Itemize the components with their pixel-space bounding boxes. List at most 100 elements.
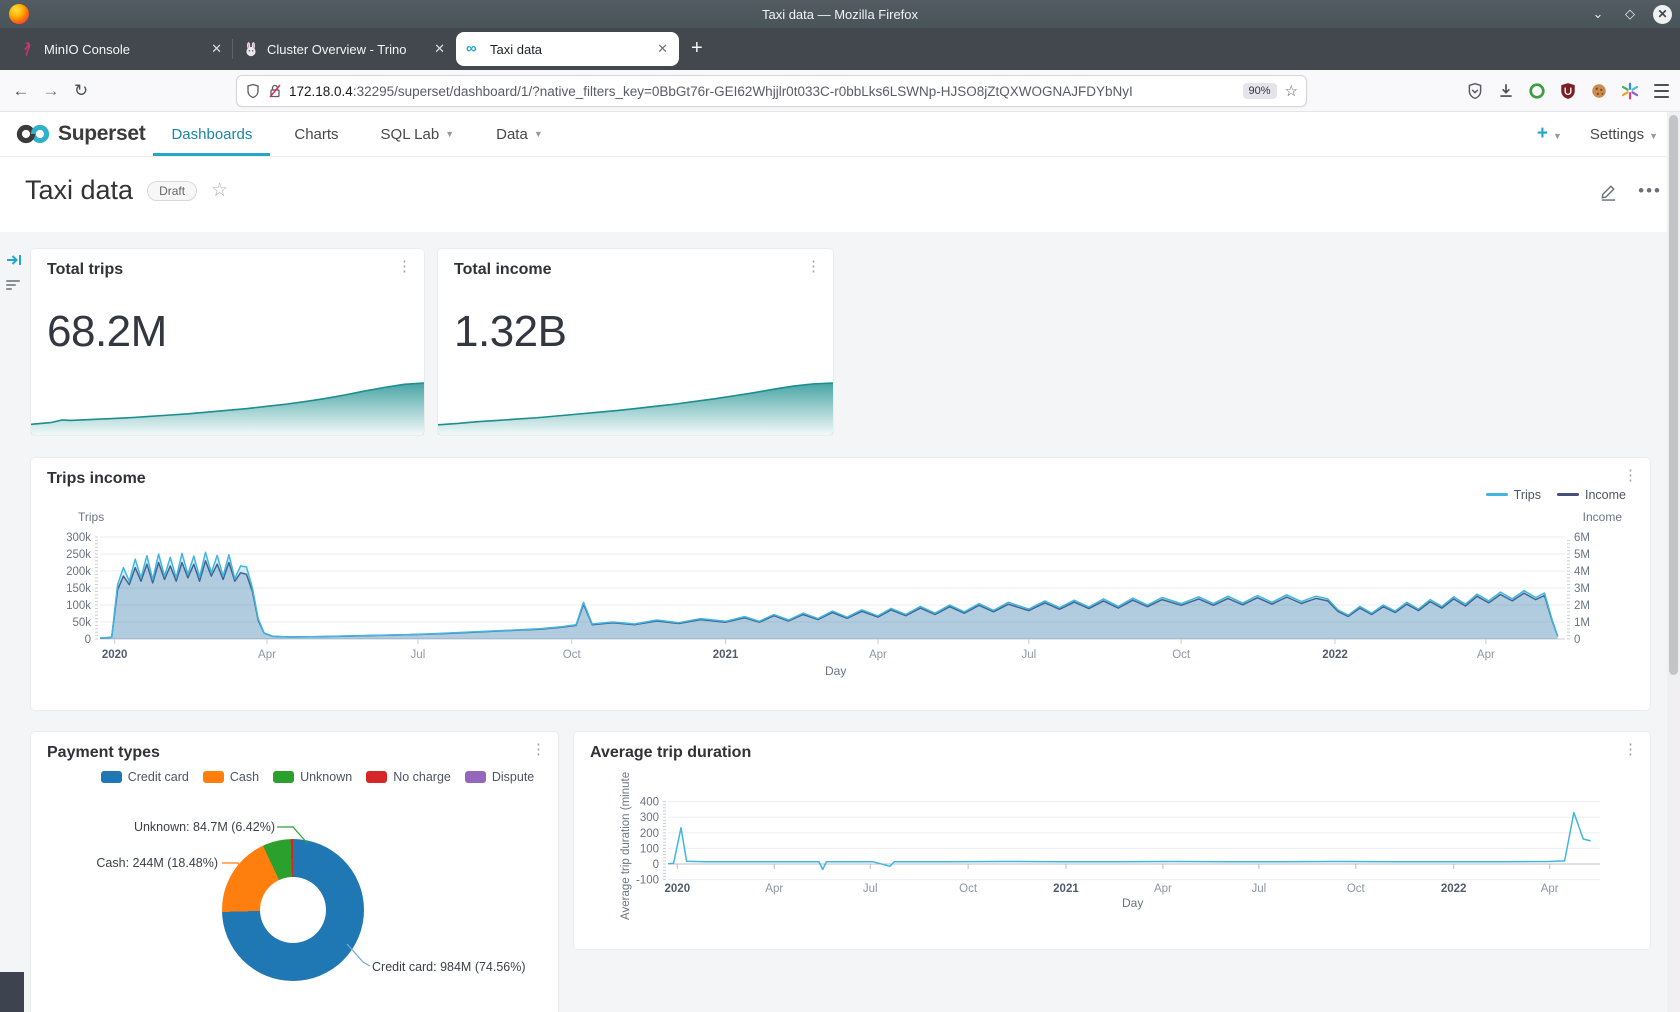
titlebar: Taxi data — Mozilla Firefox ⌄ ◇ ✕: [0, 0, 1680, 28]
nav-item-dashboards[interactable]: Dashboards: [167, 112, 256, 156]
menu-icon[interactable]: [1652, 82, 1670, 100]
reload-button[interactable]: ↻: [66, 81, 96, 101]
trend-sparkline: [31, 377, 424, 435]
svg-text:150k: 150k: [66, 583, 91, 595]
chart-menu-icon[interactable]: ⋮: [397, 259, 412, 274]
new-item-button[interactable]: +▼: [1537, 123, 1562, 145]
svg-text:0: 0: [85, 634, 91, 646]
tab-trino[interactable]: Cluster Overview - Trino ✕: [233, 32, 456, 66]
new-tab-button[interactable]: +: [691, 37, 703, 60]
chart-title: Total income: [454, 261, 552, 279]
url-bar[interactable]: 172.18.0.4:32295/superset/dashboard/1/?n…: [236, 75, 1307, 107]
svg-text:200: 200: [640, 828, 659, 840]
favorite-star-icon[interactable]: ☆: [211, 179, 228, 202]
page-title: Taxi data: [25, 175, 133, 206]
more-options-icon[interactable]: •••: [1638, 181, 1662, 201]
superset-navbar: Superset Dashboards Charts SQL Lab▼ Data…: [0, 112, 1680, 157]
expand-filter-bar-icon[interactable]: [6, 252, 24, 268]
svg-text:2021: 2021: [713, 649, 739, 661]
url-host: 172.18.0.4: [289, 84, 353, 99]
shield-permissions-icon[interactable]: [245, 83, 261, 99]
svg-text:Apr: Apr: [258, 649, 276, 661]
svg-text:2022: 2022: [1441, 883, 1467, 895]
card-payment-types: Payment types ⋮ Credit cardCashUnknownNo…: [31, 732, 558, 1012]
edit-pencil-icon[interactable]: [1599, 182, 1618, 201]
zoom-level-badge[interactable]: 90%: [1243, 83, 1277, 99]
restore-button[interactable]: ◇: [1621, 6, 1639, 22]
tab-title: MinIO Console: [44, 42, 200, 57]
url-path: :32295/superset/dashboard/1/?native_filt…: [353, 84, 1133, 99]
svg-text:250k: 250k: [66, 549, 91, 561]
back-button[interactable]: ←: [6, 81, 36, 101]
cookie-icon[interactable]: [1590, 82, 1608, 100]
url-text[interactable]: 172.18.0.4:32295/superset/dashboard/1/?n…: [289, 84, 1235, 99]
svg-text:Jul: Jul: [411, 649, 426, 661]
svg-text:400: 400: [640, 797, 659, 809]
tab-taxi-data[interactable]: ∞ Taxi data ✕: [456, 32, 679, 66]
svg-text:Oct: Oct: [1172, 649, 1191, 661]
superset-logo[interactable]: Superset: [16, 122, 145, 146]
settings-menu[interactable]: Settings▼: [1590, 126, 1658, 143]
svg-text:-100: -100: [636, 875, 659, 887]
tab-strip: MinIO Console ✕ Cluster Overview - Trino…: [0, 28, 1680, 70]
downloads-icon[interactable]: [1497, 82, 1515, 100]
dashboard-header: Taxi data Draft ☆ •••: [0, 157, 1680, 232]
close-button[interactable]: ✕: [1653, 5, 1672, 24]
svg-text:300: 300: [640, 812, 659, 824]
minimize-button[interactable]: ⌄: [1589, 6, 1607, 22]
svg-text:2M: 2M: [1574, 600, 1590, 612]
screen: Taxi data — Mozilla Firefox ⌄ ◇ ✕ MinIO …: [0, 0, 1680, 1012]
svg-text:Apr: Apr: [1154, 883, 1172, 895]
svg-text:2021: 2021: [1053, 883, 1079, 895]
chevron-down-icon: ▼: [1553, 131, 1562, 141]
nav-item-data[interactable]: Data▼: [492, 112, 547, 156]
pie-label-credit-card: Credit card: 984M (74.56%): [372, 960, 526, 974]
svg-text:2022: 2022: [1322, 649, 1348, 661]
tab-title: Cluster Overview - Trino: [267, 42, 423, 57]
svg-text:2020: 2020: [665, 883, 691, 895]
svg-text:Apr: Apr: [869, 649, 887, 661]
page-scrollbar[interactable]: [1667, 112, 1680, 1012]
privacy-badger-icon[interactable]: [1528, 82, 1546, 100]
trino-icon: [243, 41, 259, 57]
tab-close-icon[interactable]: ✕: [654, 41, 671, 57]
nav-item-sql-lab[interactable]: SQL Lab▼: [377, 112, 459, 156]
tab-close-icon[interactable]: ✕: [431, 41, 448, 57]
svg-text:Oct: Oct: [1347, 883, 1366, 895]
chart-menu-icon[interactable]: ⋮: [806, 259, 821, 274]
big-number-value: 1.32B: [454, 307, 566, 357]
chevron-down-icon: ▼: [534, 129, 543, 139]
superset-wordmark: Superset: [58, 122, 145, 146]
svg-text:Apr: Apr: [1477, 649, 1495, 661]
svg-text:3M: 3M: [1574, 583, 1590, 595]
ublock-icon[interactable]: [1559, 82, 1577, 100]
trips-income-chart: 300k6M250k5M200k4M150k3M100k2M50k1M00202…: [31, 458, 1650, 710]
chevron-down-icon: ▼: [445, 129, 454, 139]
bookmark-star-icon[interactable]: ☆: [1285, 82, 1298, 100]
forward-button[interactable]: →: [36, 81, 66, 101]
svg-text:Jul: Jul: [1252, 883, 1267, 895]
svg-text:0: 0: [1574, 634, 1580, 646]
scrollbar-thumb[interactable]: [1669, 115, 1678, 675]
svg-text:4M: 4M: [1574, 566, 1590, 578]
svg-text:0: 0: [653, 859, 659, 871]
tab-title: Taxi data: [490, 42, 646, 57]
card-average-trip-duration: Average trip duration ⋮ Average trip dur…: [574, 732, 1650, 949]
nav-item-charts[interactable]: Charts: [290, 112, 342, 156]
pocket-icon[interactable]: [1466, 82, 1484, 100]
card-trips-income: Trips income ⋮ Trips Income Trips Income…: [31, 458, 1650, 710]
filter-icon[interactable]: [6, 278, 20, 292]
tab-close-icon[interactable]: ✕: [208, 41, 225, 57]
chart-title: Total trips: [47, 261, 123, 279]
svg-text:200k: 200k: [66, 566, 91, 578]
svg-text:6M: 6M: [1574, 532, 1590, 544]
svg-text:100: 100: [640, 843, 659, 855]
browser-toolbar: ← → ↻ 172.18.0.4:32295/superset/dashboar…: [0, 70, 1680, 112]
big-number-value: 68.2M: [47, 307, 167, 357]
insecure-lock-icon[interactable]: [267, 83, 283, 99]
card-total-trips: Total trips ⋮ 68.2M: [31, 249, 424, 435]
containers-icon[interactable]: [1621, 82, 1639, 100]
pie-label-unknown: Unknown: 84.7M (6.42%): [134, 820, 275, 834]
svg-text:1M: 1M: [1574, 617, 1590, 629]
tab-minio-console[interactable]: MinIO Console ✕: [10, 32, 233, 66]
